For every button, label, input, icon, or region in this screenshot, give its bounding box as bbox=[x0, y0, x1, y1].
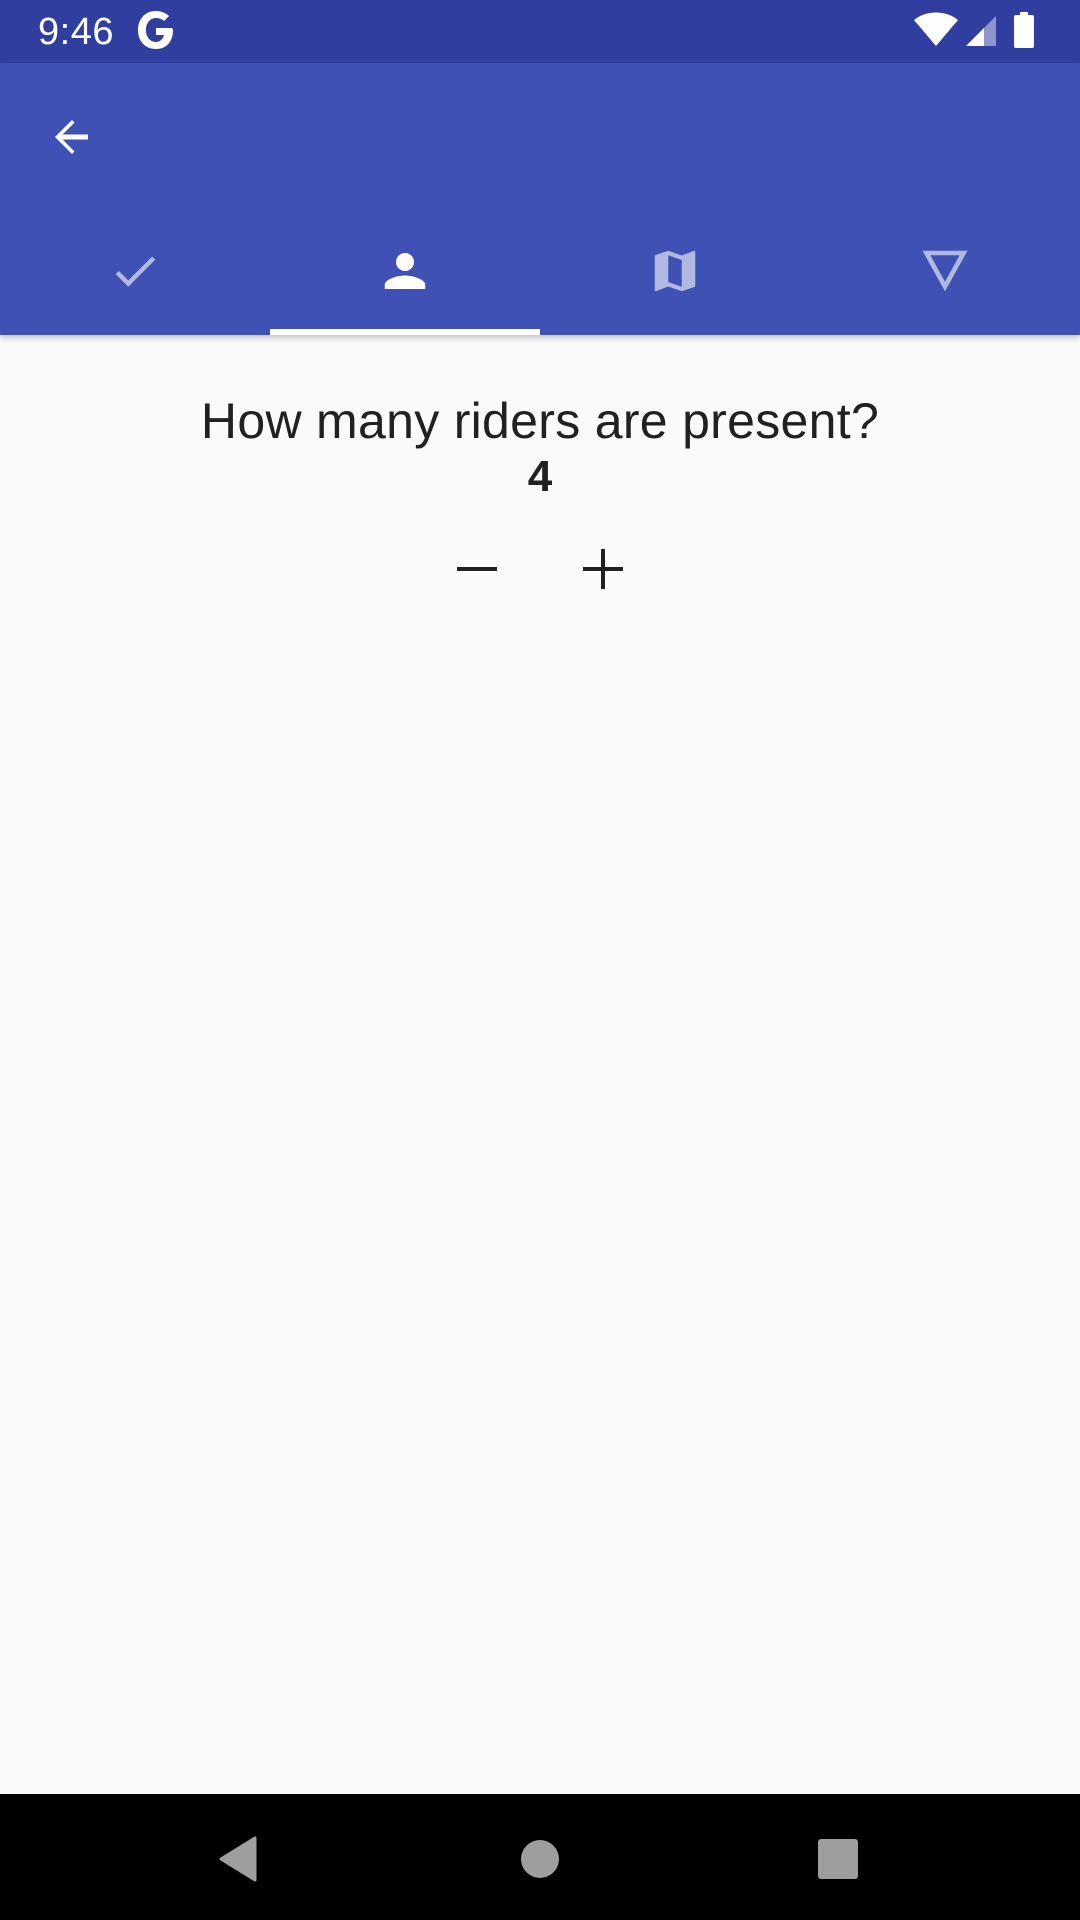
tab-map[interactable] bbox=[540, 206, 810, 335]
app-bar bbox=[0, 63, 1080, 335]
question-text: How many riders are present? bbox=[200, 393, 880, 449]
tab-indicator bbox=[540, 329, 810, 335]
triangle-down-icon bbox=[922, 250, 968, 291]
minus-icon bbox=[457, 567, 497, 571]
status-time: 9:46 bbox=[38, 11, 114, 53]
nav-recents-button[interactable] bbox=[803, 1824, 873, 1894]
person-icon bbox=[384, 252, 426, 289]
decrement-button[interactable] bbox=[437, 529, 517, 609]
tab-riders[interactable] bbox=[270, 206, 540, 335]
tab-check[interactable] bbox=[0, 206, 270, 335]
map-icon bbox=[654, 250, 696, 291]
increment-button[interactable] bbox=[563, 529, 643, 609]
rider-count: 4 bbox=[527, 452, 553, 501]
battery-icon bbox=[1014, 12, 1034, 48]
status-icons bbox=[914, 12, 1044, 52]
tab-filter[interactable] bbox=[810, 206, 1080, 335]
back-button[interactable] bbox=[40, 105, 104, 169]
arrow-back-icon bbox=[55, 120, 88, 154]
google-g-icon bbox=[136, 8, 176, 52]
nav-recents-icon bbox=[818, 1839, 858, 1879]
tab-indicator bbox=[810, 329, 1080, 335]
nav-back-button[interactable] bbox=[205, 1824, 275, 1894]
nav-back-icon bbox=[219, 1836, 257, 1882]
nav-home-button[interactable] bbox=[505, 1824, 575, 1894]
plus-icon bbox=[583, 549, 623, 589]
check-icon bbox=[115, 256, 156, 287]
status-bar: 9:46 bbox=[0, 0, 1080, 63]
nav-home-icon bbox=[521, 1840, 559, 1878]
system-nav-bar bbox=[0, 1794, 1080, 1920]
signal-icon bbox=[966, 16, 996, 46]
wifi-icon bbox=[914, 12, 958, 46]
tab-indicator bbox=[270, 329, 540, 335]
tab-indicator bbox=[0, 329, 270, 335]
tab-bar bbox=[0, 206, 1080, 335]
